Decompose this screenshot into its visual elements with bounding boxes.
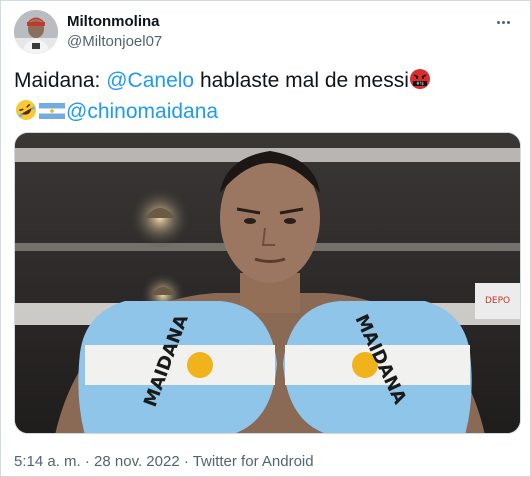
svg-text:#!$: #!$ xyxy=(416,81,424,86)
rolling-on-floor-laughing-emoji xyxy=(14,99,38,129)
timestamp[interactable]: 5:14 a. m. · 28 nov. 2022 · xyxy=(14,453,193,470)
tweet-metadata: 5:14 a. m. · 28 nov. 2022 · Twitter for … xyxy=(14,453,314,470)
tweet-card[interactable]: Miltonmolina @Miltonjoel07 Maidana: @Can… xyxy=(0,0,531,477)
source-label[interactable]: Twitter for Android xyxy=(193,453,314,470)
mention-canelo[interactable]: @Canelo xyxy=(106,69,194,92)
more-options-icon[interactable] xyxy=(492,11,514,33)
argentina-flag-emoji xyxy=(38,101,66,129)
left-glove: MAIDANA xyxy=(78,301,277,433)
tweet-text-suffix: hablaste mal de messi xyxy=(194,69,409,92)
right-glove: MAIDANA xyxy=(283,301,472,433)
user-handle[interactable]: @Miltonjoel07 xyxy=(67,33,162,50)
tweet-photo[interactable]: DEPO MAIDANA MAIDANA xyxy=(14,132,521,434)
display-name[interactable]: Miltonmolina xyxy=(67,13,160,30)
dot xyxy=(496,20,500,24)
dot xyxy=(501,20,505,24)
banner-text: DEPO xyxy=(485,296,510,306)
tweet-text-prefix: Maidana: xyxy=(14,69,107,92)
avatar[interactable] xyxy=(14,10,58,54)
tweet-text: Maidana: @Canelo hablaste mal de messi #!… xyxy=(14,67,514,129)
angry-cursing-face-emoji: #!$ xyxy=(409,68,431,98)
mention-chinomaidana[interactable]: @chinomaidana xyxy=(66,100,218,123)
dot xyxy=(506,20,510,24)
